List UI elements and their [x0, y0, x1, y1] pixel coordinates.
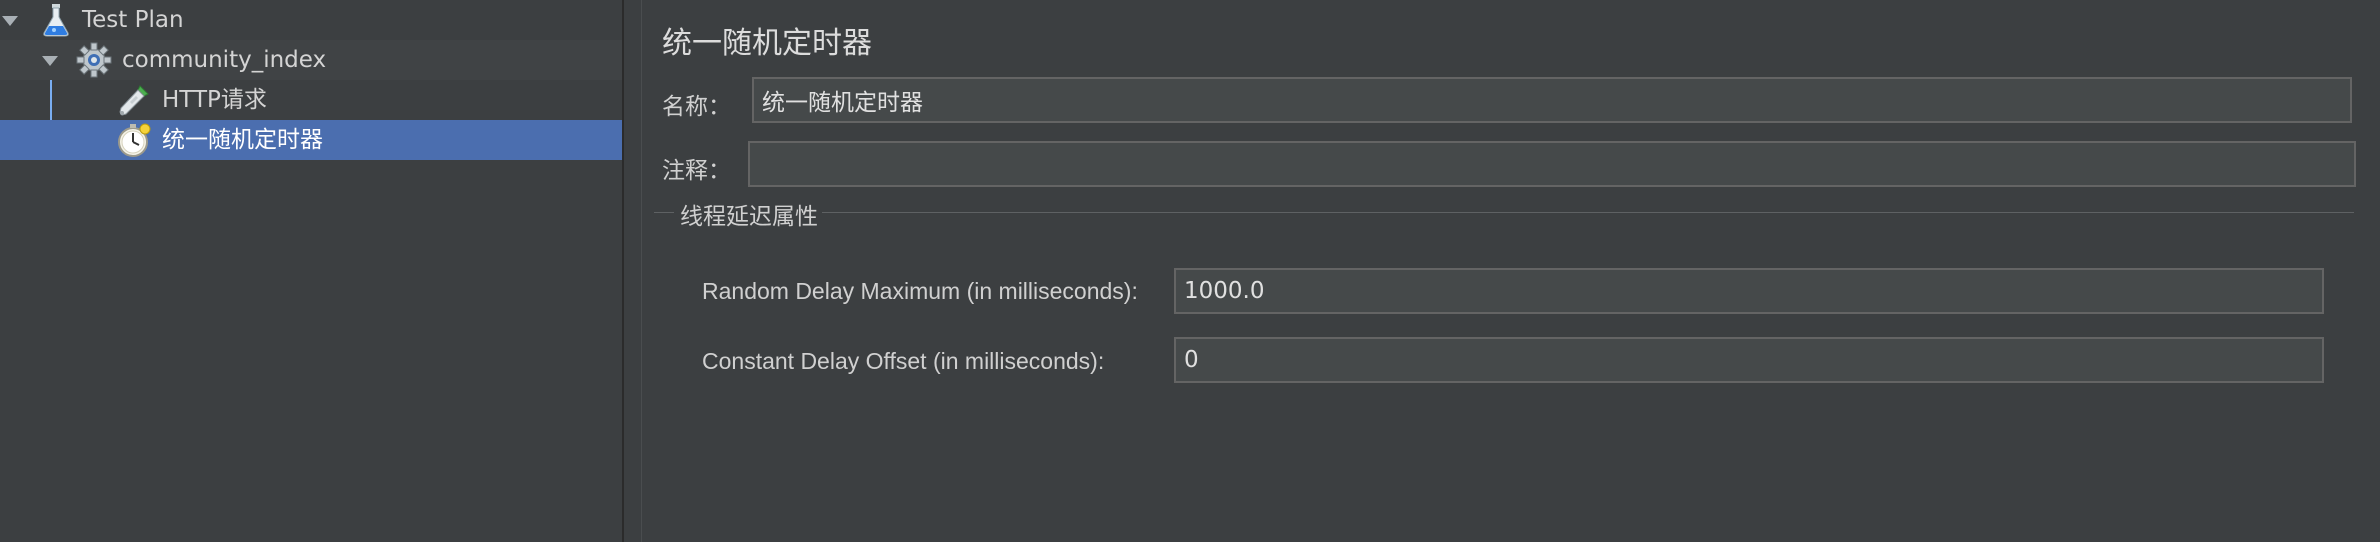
split-pane-divider[interactable] — [622, 0, 642, 542]
http-sampler-pipette-icon — [116, 82, 152, 118]
comment-label: 注释： — [662, 158, 731, 184]
constant-offset-label: Constant Delay Offset (in milliseconds): — [702, 348, 1105, 374]
test-plan-tree: Test Plan community_index HTTP请求 统一随机定时器 — [0, 0, 622, 542]
group-border-right — [822, 212, 2354, 213]
expand-arrow-icon[interactable] — [42, 56, 58, 66]
tree-item-test-plan[interactable]: Test Plan — [0, 0, 622, 40]
tree-item-label: HTTP请求 — [162, 87, 267, 113]
tree-item-label: community_index — [122, 47, 327, 73]
jmeter-window: Test Plan community_index HTTP请求 统一随机定时器… — [0, 0, 2380, 542]
random-delay-maximum-field[interactable] — [1174, 268, 2324, 314]
thread-delay-group-title: 线程延迟属性 — [676, 197, 822, 231]
tree-item-uniform-random-timer[interactable]: 统一随机定时器 — [0, 120, 622, 160]
test-plan-flask-icon — [38, 2, 74, 38]
page-title: 统一随机定时器 — [662, 26, 872, 61]
random-delay-label: Random Delay Maximum (in milliseconds): — [702, 278, 1138, 304]
constant-delay-offset-field[interactable] — [1174, 337, 2324, 383]
tree-item-community-index[interactable]: community_index — [0, 40, 622, 80]
group-border-left — [654, 212, 674, 213]
tree-item-http-request[interactable]: HTTP请求 — [0, 80, 622, 120]
name-label: 名称： — [662, 94, 731, 120]
timer-settings-panel: 统一随机定时器 名称： 注释： 线程延迟属性 Random Delay Maxi… — [642, 0, 2380, 542]
tree-item-label: Test Plan — [82, 7, 184, 33]
name-field[interactable] — [752, 77, 2352, 123]
tree-item-label: 统一随机定时器 — [162, 127, 323, 153]
timer-stopwatch-icon — [116, 122, 152, 158]
expand-arrow-icon[interactable] — [2, 16, 18, 26]
thread-group-gear-icon — [76, 42, 112, 78]
comment-field[interactable] — [748, 141, 2356, 187]
